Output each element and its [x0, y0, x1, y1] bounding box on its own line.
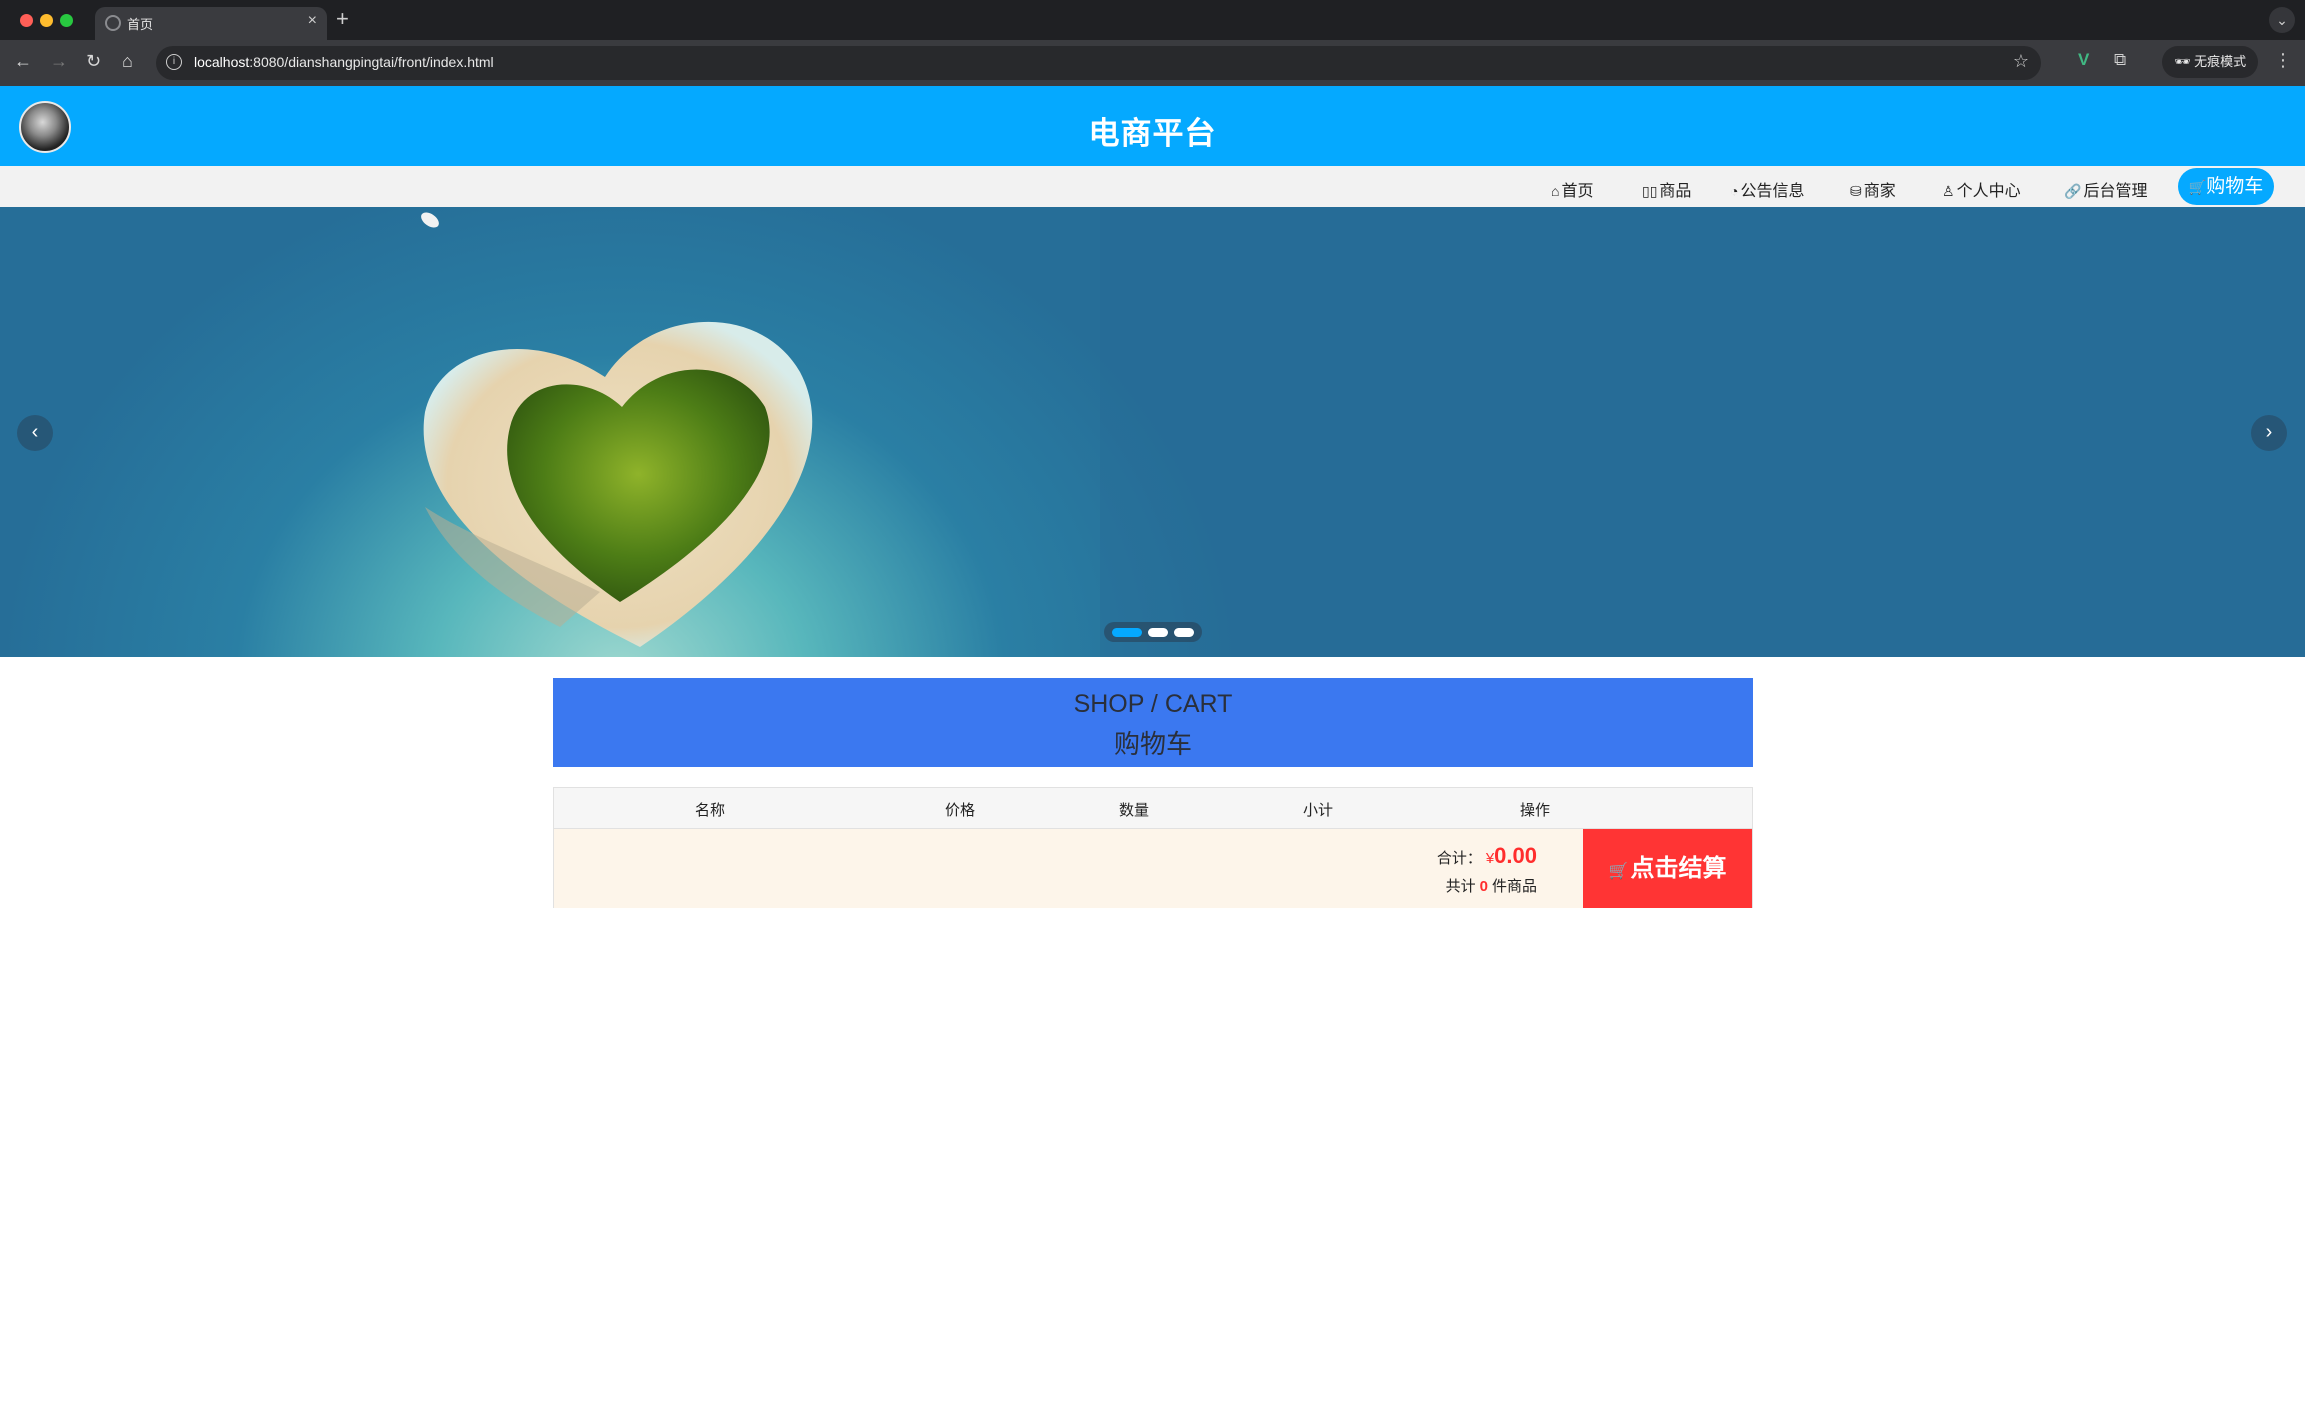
section-title-zh: 购物车	[1113, 729, 1192, 759]
forward-icon[interactable]: →	[50, 51, 68, 72]
cart-icon: 🛒	[1608, 863, 1629, 880]
main-nav: ⌂ 首页 ▯▯ 商品 ◔ 公告信息 ⛁ 商家 ♙ 个人中心 🔗 后台管理 🛒购物车	[0, 166, 2305, 207]
cart-item-count: 共计 0 件商品	[1445, 878, 1537, 895]
site-info-icon[interactable]: i	[166, 54, 182, 70]
vue-devtools-icon[interactable]: V	[2078, 50, 2089, 70]
globe-icon	[105, 15, 121, 31]
close-window-button[interactable]	[20, 14, 33, 27]
url-text[interactable]: localhost:8080/dianshangpingtai/front/in…	[194, 54, 494, 70]
tab-search-button[interactable]: ⌄	[2269, 7, 2295, 33]
tab-title: 首页	[127, 17, 154, 32]
cart-icon: 🛒	[2188, 179, 2207, 195]
column-header-price: 价格	[945, 802, 976, 819]
nav-item-home[interactable]: ⌂ 首页	[1551, 177, 1593, 201]
browser-toolbar: ← → ↻ ⌂ i localhost:8080/dianshangpingta…	[0, 40, 2305, 86]
carousel-dot-3[interactable]	[1174, 628, 1194, 637]
bookmark-star-icon[interactable]: ☆	[2013, 51, 2029, 72]
cart-section-header: SHOP / CART 购物车	[553, 678, 1753, 767]
nav-item-products[interactable]: ▯▯ 商品	[1642, 177, 1691, 201]
cart-summary: 合计： ¥0.00 共计 0 件商品 🛒点击结算	[554, 829, 1752, 908]
extensions-icon[interactable]: ⧉	[2114, 50, 2126, 70]
home-icon: ⌂	[1551, 183, 1560, 199]
incognito-indicator[interactable]: 🕶 无痕模式	[2162, 46, 2258, 78]
column-header-actions: 操作	[1520, 802, 1551, 819]
browser-tab[interactable]: 首页 ×	[95, 7, 327, 40]
section-title-en: SHOP / CART	[1073, 690, 1233, 718]
maximize-window-button[interactable]	[60, 14, 73, 27]
nav-item-announcements[interactable]: ◔ 公告信息	[1730, 177, 1804, 201]
column-header-name: 名称	[695, 802, 726, 819]
total-amount: 0.00	[1494, 843, 1537, 868]
products-icon: ▯▯	[1642, 183, 1658, 199]
back-icon[interactable]: ←	[14, 51, 32, 72]
nav-item-cart[interactable]: 🛒购物车	[2178, 168, 2274, 205]
cart-table-header: 名称 价格 数量 小计 操作	[554, 788, 1752, 829]
cart-table: 名称 价格 数量 小计 操作 合计： ¥0.00 共计 0 件商品 🛒点击结算	[553, 787, 1753, 908]
browser-menu-icon[interactable]: ⋮	[2274, 50, 2292, 71]
user-icon: ♙	[1942, 183, 1955, 199]
minimize-window-button[interactable]	[40, 14, 53, 27]
nav-item-merchants[interactable]: ⛁ 商家	[1850, 177, 1896, 201]
carousel-banner: ‹ ›	[0, 207, 2305, 657]
site-header: 电商平台	[0, 86, 2305, 166]
incognito-icon: 🕶	[2174, 54, 2191, 69]
reload-icon[interactable]: ↻	[86, 51, 101, 72]
notice-icon: ◔	[1730, 183, 1739, 199]
item-count: 0	[1479, 878, 1488, 895]
new-tab-button[interactable]: +	[336, 6, 349, 32]
store-icon: ⛁	[1850, 183, 1862, 199]
home-icon[interactable]: ⌂	[122, 51, 133, 72]
carousel-dot-1[interactable]	[1112, 628, 1142, 637]
browser-tab-strip: 首页 × + ⌄	[0, 0, 2305, 40]
address-bar[interactable]: i localhost:8080/dianshangpingtai/front/…	[156, 46, 2041, 80]
site-title: 电商平台	[1088, 116, 1217, 151]
carousel-next-button[interactable]: ›	[2251, 415, 2287, 451]
column-header-quantity: 数量	[1119, 802, 1150, 819]
column-header-subtotal: 小计	[1303, 802, 1334, 819]
link-icon: 🔗	[2064, 183, 2082, 199]
cart-total: 合计： ¥0.00	[1436, 843, 1537, 868]
heart-island-image	[421, 207, 2305, 657]
carousel-prev-button[interactable]: ‹	[17, 415, 53, 451]
nav-item-profile[interactable]: ♙ 个人中心	[1942, 177, 2021, 201]
checkout-button[interactable]: 🛒点击结算	[1583, 829, 1752, 908]
carousel-dot-2[interactable]	[1148, 628, 1168, 637]
carousel-indicators	[1104, 622, 1202, 642]
incognito-label: 无痕模式	[2194, 54, 2247, 69]
nav-item-admin[interactable]: 🔗 后台管理	[2064, 177, 2147, 201]
tab-close-icon[interactable]: ×	[308, 12, 317, 30]
